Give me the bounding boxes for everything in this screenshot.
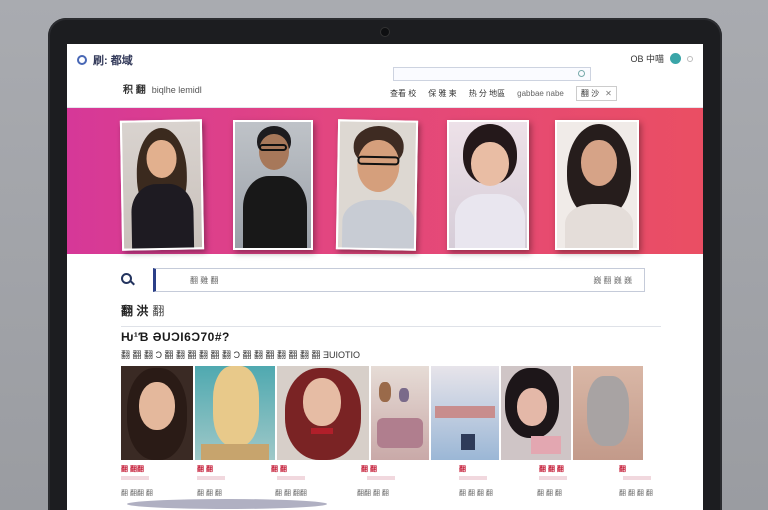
price-bar <box>367 476 395 480</box>
site-header: 刷: 都域 积 翻 biqlhe lemidl OB 中喵 查看 校 保 雅 柬 … <box>67 44 703 108</box>
page-subtitle: 积 翻 biqlhe lemidl <box>123 81 202 96</box>
gallery-item-5[interactable] <box>431 366 499 460</box>
search-icon[interactable] <box>578 70 585 77</box>
caption-3: 翻 翻 <box>271 466 287 473</box>
gallery-item-1[interactable] <box>121 366 193 460</box>
subcaption-6: 翻 翻 翻 <box>537 490 562 497</box>
section-title-extra: 翻 <box>152 304 165 318</box>
hero-banner <box>67 108 703 254</box>
nav-item-2[interactable]: 保 雅 柬 <box>428 88 456 99</box>
caption-5: 翻 <box>459 466 466 473</box>
divider <box>121 326 661 327</box>
price-bar <box>197 476 225 480</box>
section-title: 翻 洪翻 <box>121 302 164 319</box>
logo-icon <box>77 55 87 65</box>
main-nav: 查看 校 保 雅 柬 热 分 地區 gabbae nabe 翻 沙 ✕ <box>390 84 617 102</box>
nav-item-1[interactable]: 查看 校 <box>390 88 416 99</box>
search-input[interactable]: 翻 雞 翻 巍 翻 巍 巍 <box>153 268 645 292</box>
header-search-input[interactable] <box>393 67 591 81</box>
caption-7: 翻 <box>619 466 626 473</box>
nav-item-4[interactable]: gabbae nabe <box>517 89 564 98</box>
settings-icon[interactable] <box>687 55 693 62</box>
gallery-heading: Ƕ¹Ɓ ƏUƆI6Ɔ70#? <box>121 330 230 344</box>
price-bar <box>277 476 305 480</box>
subcaption-1: 翻 翻翻 翻 <box>121 490 153 497</box>
price-bar <box>121 476 149 480</box>
gallery-item-2[interactable] <box>195 366 275 460</box>
price-bar <box>539 476 567 480</box>
subcaption-4: 翻翻 翻 翻 <box>357 490 389 497</box>
account-label: OB 中喵 <box>630 54 664 64</box>
subcaption-3: 翻 翻 翻翻 <box>275 490 307 497</box>
gallery-item-6[interactable] <box>501 366 571 460</box>
gallery-item-4[interactable] <box>371 366 429 460</box>
section-title-text: 翻 洪 <box>121 304 149 318</box>
image-gallery <box>121 366 643 460</box>
caption-6: 翻 翻 翻 <box>539 466 564 473</box>
hero-photo-1[interactable] <box>119 119 205 251</box>
avatar[interactable] <box>670 53 681 64</box>
hero-photo-2[interactable] <box>233 120 313 250</box>
laptop-scene: 刷: 都域 积 翻 biqlhe lemidl OB 中喵 查看 校 保 雅 柬 … <box>0 0 768 510</box>
logo-text: 刷: 都域 <box>93 55 133 67</box>
scroll-shadow <box>127 499 327 509</box>
subtitle-extra: biqlhe lemidl <box>151 85 202 95</box>
subtitle-main: 积 翻 <box>123 85 146 96</box>
gallery-item-3[interactable] <box>277 366 369 460</box>
hero-photo-5[interactable] <box>555 120 639 250</box>
price-bar <box>623 476 651 480</box>
price-bar <box>459 476 487 480</box>
search-row: 翻 雞 翻 巍 翻 巍 巍 <box>117 266 653 294</box>
search-placeholder: 翻 雞 翻 <box>190 276 219 285</box>
nav-item-3[interactable]: 热 分 地區 <box>469 88 505 99</box>
caption-4: 翻 翻 <box>361 466 377 473</box>
subcaption-5: 翻 翻 翻 翻 <box>459 490 493 497</box>
gallery-description: 翻 翻 翻 Ɔ 翻 翻 翻 翻 翻 翻 Ɔ 翻 翻 翻 翻 翻 翻 翻 ƎUIO… <box>121 350 361 360</box>
gallery-item-7[interactable] <box>573 366 643 460</box>
account-area: OB 中喵 <box>630 52 693 65</box>
nav-filter-box[interactable]: 翻 沙 ✕ <box>575 85 617 101</box>
caption-2: 翻 翻 <box>197 466 213 473</box>
close-icon[interactable]: ✕ <box>605 89 612 98</box>
hero-photo-3[interactable] <box>335 119 419 251</box>
subcaption-2: 翻 翻 翻 <box>197 490 222 497</box>
search-hint: 巍 翻 巍 巍 <box>593 276 632 285</box>
subcaption-7: 翻 翻 翻 翻 <box>619 490 653 497</box>
hero-photo-4[interactable] <box>447 120 529 250</box>
webcam <box>381 28 389 36</box>
search-icon[interactable] <box>121 273 132 284</box>
caption-1: 翻 翻翻 <box>121 466 144 473</box>
browser-screen: 刷: 都域 积 翻 biqlhe lemidl OB 中喵 查看 校 保 雅 柬 … <box>67 44 703 510</box>
nav-item-5: 翻 沙 <box>580 88 600 98</box>
site-logo[interactable]: 刷: 都域 <box>77 52 133 68</box>
